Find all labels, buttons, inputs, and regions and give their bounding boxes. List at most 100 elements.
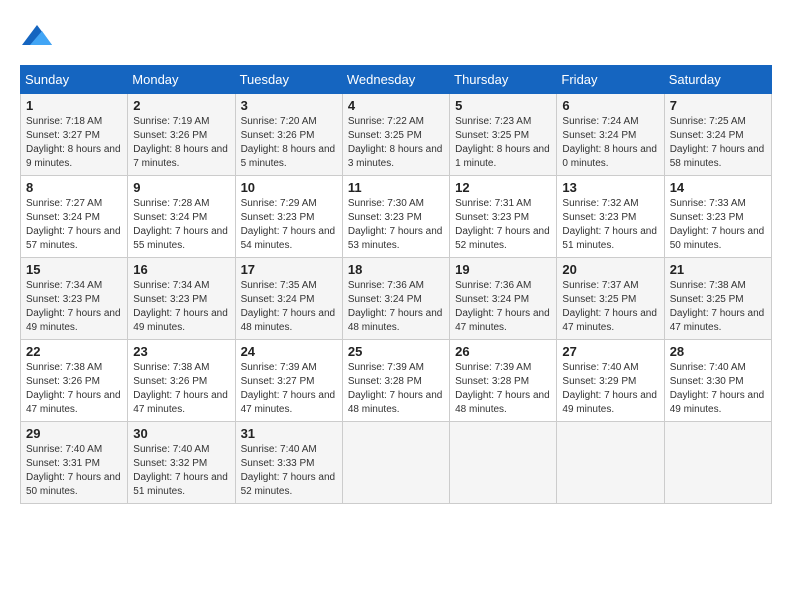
day-number: 25 (348, 344, 444, 359)
day-number: 19 (455, 262, 551, 277)
calendar-cell: 4 Sunrise: 7:22 AMSunset: 3:25 PMDaylight… (342, 94, 449, 176)
day-info: Sunrise: 7:40 AMSunset: 3:33 PMDaylight:… (241, 443, 337, 499)
calendar-cell: 7 Sunrise: 7:25 AMSunset: 3:24 PMDaylight… (664, 94, 771, 176)
calendar-cell: 27Sunrise: 7:40 AMSunset: 3:29 PMDayligh… (557, 340, 664, 422)
day-number: 26 (455, 344, 551, 359)
calendar-cell: 31 Sunrise: 7:40 AMSunset: 3:33 PMDayligh… (235, 422, 342, 504)
day-number: 5 (455, 98, 551, 113)
day-number: 31 (241, 426, 337, 441)
day-number: 24 (241, 344, 337, 359)
day-number: 2 (133, 98, 229, 113)
calendar-cell (450, 422, 557, 504)
day-info: Sunrise: 7:18 AMSunset: 3:27 PMDaylight:… (26, 115, 122, 171)
calendar-header-row: SundayMondayTuesdayWednesdayThursdayFrid… (21, 66, 772, 94)
calendar-cell: 29Sunrise: 7:40 AMSunset: 3:31 PMDayligh… (21, 422, 128, 504)
day-number: 6 (562, 98, 658, 113)
day-number: 21 (670, 262, 766, 277)
calendar-cell: 10 Sunrise: 7:29 AMSunset: 3:23 PMDayligh… (235, 176, 342, 258)
day-info: Sunrise: 7:19 AMSunset: 3:26 PMDaylight:… (133, 115, 229, 171)
calendar-cell: 22 Sunrise: 7:38 AMSunset: 3:26 PMDayligh… (21, 340, 128, 422)
day-info: Sunrise: 7:36 AMSunset: 3:24 PMDaylight:… (455, 279, 551, 335)
day-number: 10 (241, 180, 337, 195)
day-info: Sunrise: 7:32 AMSunset: 3:23 PMDaylight:… (562, 197, 658, 253)
calendar-cell (557, 422, 664, 504)
day-number: 4 (348, 98, 444, 113)
calendar-cell: 5 Sunrise: 7:23 AMSunset: 3:25 PMDaylight… (450, 94, 557, 176)
day-number: 23 (133, 344, 229, 359)
day-number: 28 (670, 344, 766, 359)
day-info: Sunrise: 7:34 AMSunset: 3:23 PMDaylight:… (133, 279, 229, 335)
day-number: 8 (26, 180, 122, 195)
calendar-cell: 28 Sunrise: 7:40 AMSunset: 3:30 PMDayligh… (664, 340, 771, 422)
weekday-header-sunday: Sunday (21, 66, 128, 94)
day-info: Sunrise: 7:39 AMSunset: 3:28 PMDaylight:… (348, 361, 444, 417)
calendar-cell: 24 Sunrise: 7:39 AMSunset: 3:27 PMDayligh… (235, 340, 342, 422)
day-info: Sunrise: 7:36 AMSunset: 3:24 PMDaylight:… (348, 279, 444, 335)
calendar-cell: 30Sunrise: 7:40 AMSunset: 3:32 PMDayligh… (128, 422, 235, 504)
day-info: Sunrise: 7:29 AMSunset: 3:23 PMDaylight:… (241, 197, 337, 253)
day-number: 3 (241, 98, 337, 113)
weekday-header-monday: Monday (128, 66, 235, 94)
day-info: Sunrise: 7:33 AMSunset: 3:23 PMDaylight:… (670, 197, 766, 253)
day-number: 9 (133, 180, 229, 195)
calendar-cell: 25 Sunrise: 7:39 AMSunset: 3:28 PMDayligh… (342, 340, 449, 422)
weekday-header-friday: Friday (557, 66, 664, 94)
day-info: Sunrise: 7:35 AMSunset: 3:24 PMDaylight:… (241, 279, 337, 335)
day-info: Sunrise: 7:38 AMSunset: 3:25 PMDaylight:… (670, 279, 766, 335)
calendar-cell (342, 422, 449, 504)
day-number: 15 (26, 262, 122, 277)
day-info: Sunrise: 7:23 AMSunset: 3:25 PMDaylight:… (455, 115, 551, 171)
day-number: 22 (26, 344, 122, 359)
day-info: Sunrise: 7:39 AMSunset: 3:27 PMDaylight:… (241, 361, 337, 417)
week-row-4: 22 Sunrise: 7:38 AMSunset: 3:26 PMDayligh… (21, 340, 772, 422)
day-info: Sunrise: 7:38 AMSunset: 3:26 PMDaylight:… (26, 361, 122, 417)
day-info: Sunrise: 7:25 AMSunset: 3:24 PMDaylight:… (670, 115, 766, 171)
page-header (20, 20, 772, 55)
day-info: Sunrise: 7:31 AMSunset: 3:23 PMDaylight:… (455, 197, 551, 253)
logo (20, 20, 52, 55)
day-info: Sunrise: 7:24 AMSunset: 3:24 PMDaylight:… (562, 115, 658, 171)
calendar-cell: 12Sunrise: 7:31 AMSunset: 3:23 PMDayligh… (450, 176, 557, 258)
calendar-cell: 6 Sunrise: 7:24 AMSunset: 3:24 PMDaylight… (557, 94, 664, 176)
calendar-cell: 1 Sunrise: 7:18 AMSunset: 3:27 PMDaylight… (21, 94, 128, 176)
week-row-1: 1 Sunrise: 7:18 AMSunset: 3:27 PMDaylight… (21, 94, 772, 176)
calendar-cell: 15 Sunrise: 7:34 AMSunset: 3:23 PMDayligh… (21, 258, 128, 340)
calendar-table: SundayMondayTuesdayWednesdayThursdayFrid… (20, 65, 772, 504)
calendar-cell: 16 Sunrise: 7:34 AMSunset: 3:23 PMDayligh… (128, 258, 235, 340)
day-info: Sunrise: 7:34 AMSunset: 3:23 PMDaylight:… (26, 279, 122, 335)
day-info: Sunrise: 7:40 AMSunset: 3:29 PMDaylight:… (562, 361, 658, 417)
weekday-header-tuesday: Tuesday (235, 66, 342, 94)
logo-icon (22, 20, 52, 50)
day-number: 20 (562, 262, 658, 277)
day-info: Sunrise: 7:38 AMSunset: 3:26 PMDaylight:… (133, 361, 229, 417)
day-info: Sunrise: 7:22 AMSunset: 3:25 PMDaylight:… (348, 115, 444, 171)
calendar-cell: 20Sunrise: 7:37 AMSunset: 3:25 PMDayligh… (557, 258, 664, 340)
day-number: 16 (133, 262, 229, 277)
calendar-cell: 2 Sunrise: 7:19 AMSunset: 3:26 PMDaylight… (128, 94, 235, 176)
calendar-cell: 3 Sunrise: 7:20 AMSunset: 3:26 PMDaylight… (235, 94, 342, 176)
calendar-cell: 21 Sunrise: 7:38 AMSunset: 3:25 PMDayligh… (664, 258, 771, 340)
day-number: 7 (670, 98, 766, 113)
calendar-cell: 18 Sunrise: 7:36 AMSunset: 3:24 PMDayligh… (342, 258, 449, 340)
day-info: Sunrise: 7:40 AMSunset: 3:31 PMDaylight:… (26, 443, 122, 499)
day-number: 17 (241, 262, 337, 277)
day-info: Sunrise: 7:28 AMSunset: 3:24 PMDaylight:… (133, 197, 229, 253)
calendar-cell: 26 Sunrise: 7:39 AMSunset: 3:28 PMDayligh… (450, 340, 557, 422)
day-info: Sunrise: 7:39 AMSunset: 3:28 PMDaylight:… (455, 361, 551, 417)
week-row-2: 8 Sunrise: 7:27 AMSunset: 3:24 PMDaylight… (21, 176, 772, 258)
calendar-cell: 19 Sunrise: 7:36 AMSunset: 3:24 PMDayligh… (450, 258, 557, 340)
calendar-cell: 8 Sunrise: 7:27 AMSunset: 3:24 PMDaylight… (21, 176, 128, 258)
day-info: Sunrise: 7:40 AMSunset: 3:30 PMDaylight:… (670, 361, 766, 417)
day-number: 1 (26, 98, 122, 113)
week-row-5: 29Sunrise: 7:40 AMSunset: 3:31 PMDayligh… (21, 422, 772, 504)
day-number: 11 (348, 180, 444, 195)
day-number: 13 (562, 180, 658, 195)
day-info: Sunrise: 7:27 AMSunset: 3:24 PMDaylight:… (26, 197, 122, 253)
day-number: 18 (348, 262, 444, 277)
calendar-cell: 14Sunrise: 7:33 AMSunset: 3:23 PMDayligh… (664, 176, 771, 258)
calendar-cell (664, 422, 771, 504)
weekday-header-thursday: Thursday (450, 66, 557, 94)
day-number: 30 (133, 426, 229, 441)
calendar-cell: 23 Sunrise: 7:38 AMSunset: 3:26 PMDayligh… (128, 340, 235, 422)
day-info: Sunrise: 7:20 AMSunset: 3:26 PMDaylight:… (241, 115, 337, 171)
